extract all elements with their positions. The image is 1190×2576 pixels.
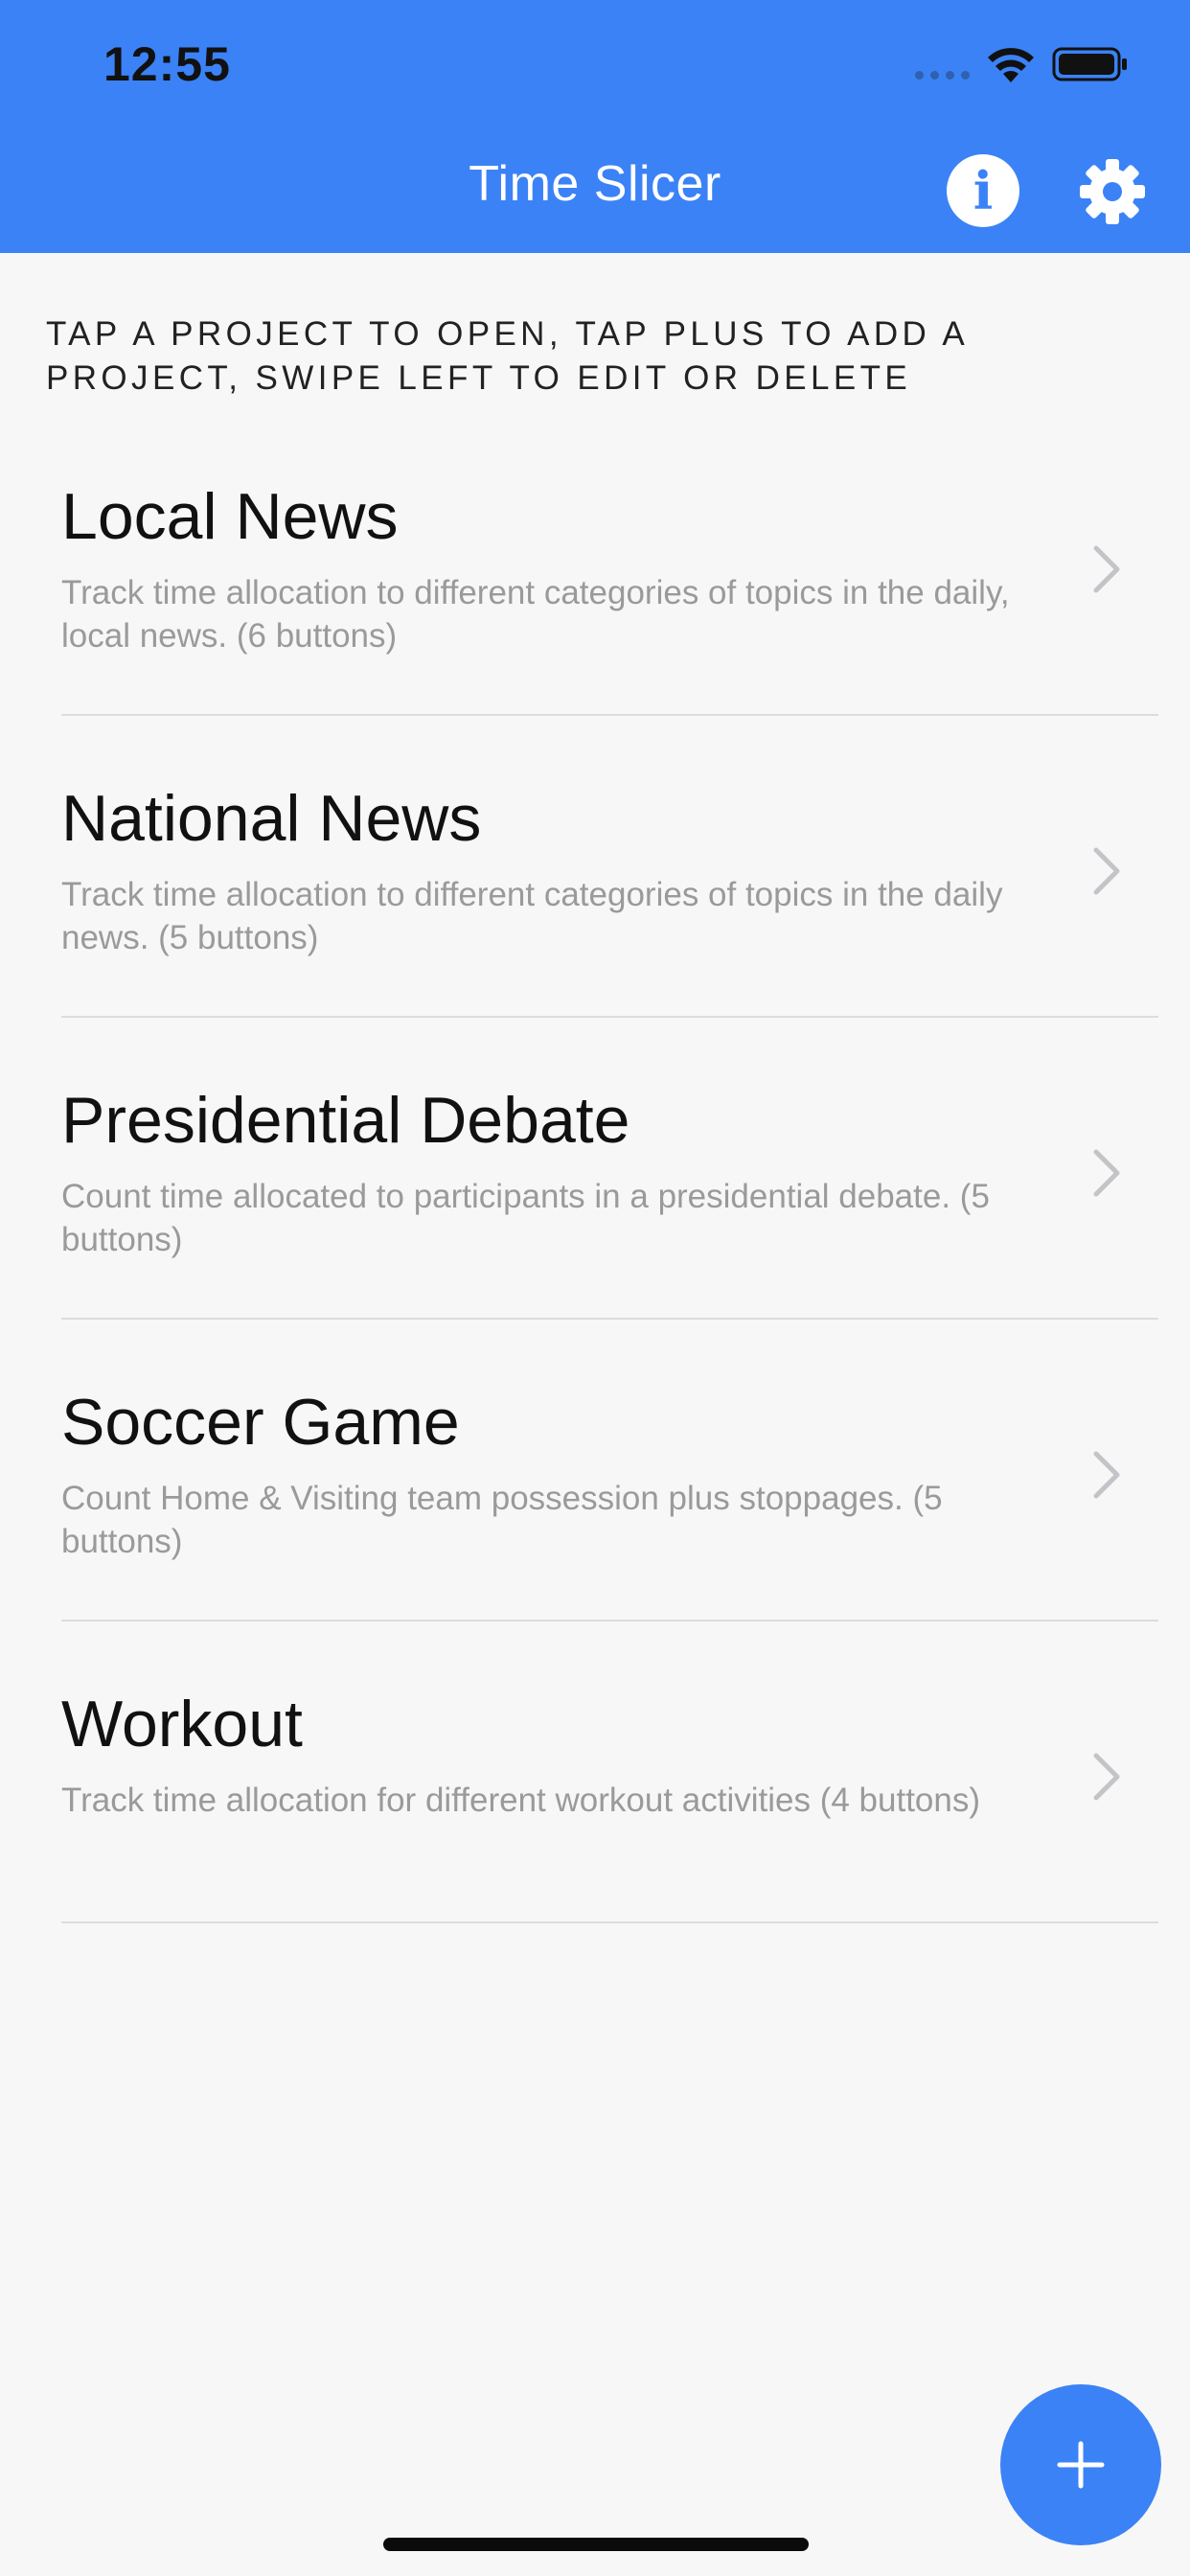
list-item-national-news[interactable]: National News Track time allocation to d… xyxy=(0,716,1190,1018)
project-title: Workout xyxy=(61,1688,303,1760)
project-description: Count time allocated to participants in … xyxy=(61,1178,990,1258)
project-title: Soccer Game xyxy=(61,1386,460,1459)
chevron-right-icon xyxy=(1093,1753,1120,1801)
project-description: Track time allocation to different categ… xyxy=(61,876,1003,956)
project-description: Track time allocation to different categ… xyxy=(61,574,1010,655)
add-project-button[interactable] xyxy=(1000,2384,1161,2545)
instructions-text: TAP A PROJECT TO OPEN, TAP PLUS TO ADD A… xyxy=(46,315,968,397)
list-item-presidential-debate[interactable]: Presidential Debate Count time allocated… xyxy=(0,1018,1190,1320)
gear-icon[interactable] xyxy=(1078,157,1147,226)
chevron-right-icon xyxy=(1093,847,1120,895)
navigation-bar: 12:55 Time Slicer i xyxy=(0,0,1190,253)
list-item-local-news[interactable]: Local News Track time allocation to diff… xyxy=(0,414,1190,716)
chevron-right-icon xyxy=(1093,1149,1120,1197)
project-description: Count Home & Visiting team possession pl… xyxy=(61,1480,943,1560)
plus-icon xyxy=(1057,2441,1105,2489)
signal-icon xyxy=(915,71,970,80)
list-item-workout[interactable]: Workout Track time allocation for differ… xyxy=(0,1622,1190,1923)
project-list: Local News Track time allocation to diff… xyxy=(0,414,1190,1923)
home-indicator xyxy=(383,2538,809,2551)
chevron-right-icon xyxy=(1093,545,1120,593)
project-description: Track time allocation for different work… xyxy=(61,1782,981,1819)
project-title: Local News xyxy=(61,480,399,553)
list-item-soccer-game[interactable]: Soccer Game Count Home & Visiting team p… xyxy=(0,1320,1190,1622)
project-title: Presidential Debate xyxy=(61,1084,630,1157)
info-icon[interactable]: i xyxy=(947,154,1019,227)
project-title: National News xyxy=(61,782,482,855)
divider xyxy=(61,1921,1158,1923)
battery-icon xyxy=(1052,47,1127,81)
chevron-right-icon xyxy=(1093,1451,1120,1499)
status-time: 12:55 xyxy=(103,37,231,91)
wifi-icon xyxy=(988,48,1034,82)
